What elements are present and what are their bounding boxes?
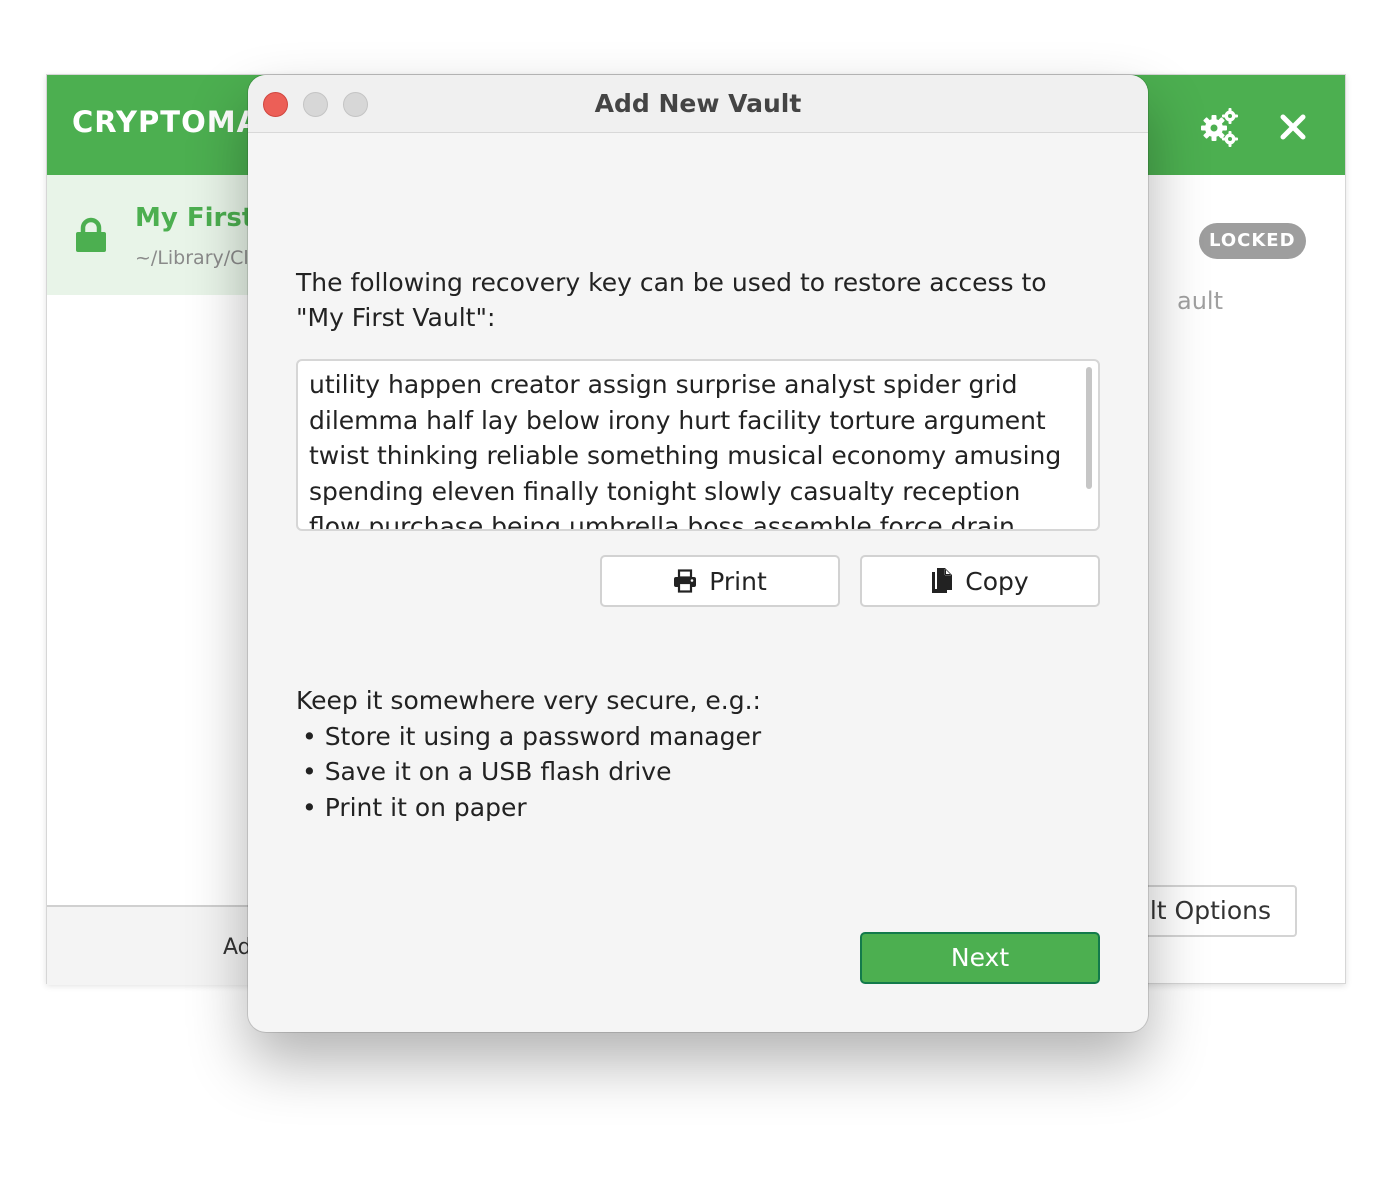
vault-options-button[interactable]: lt Options xyxy=(1137,885,1297,937)
close-app-button[interactable] xyxy=(1271,105,1315,149)
vault-list-item[interactable]: My First Vault ~/Library/Cloud xyxy=(47,175,339,295)
tips-heading: Keep it somewhere very secure, e.g.: xyxy=(296,686,761,715)
tip-item: • Save it on a USB flash drive xyxy=(302,757,672,786)
scrollbar-thumb[interactable] xyxy=(1086,367,1092,489)
copy-button[interactable]: Copy xyxy=(860,555,1100,607)
recovery-key-intro: The following recovery key can be used t… xyxy=(296,268,1047,332)
recovery-key-textarea[interactable]: utility happen creator assign surprise a… xyxy=(296,359,1100,531)
status-badge: LOCKED xyxy=(1199,223,1306,259)
vault-detail-pane: LOCKED ault lt Options xyxy=(1137,175,1347,985)
tip-item: • Print it on paper xyxy=(302,792,527,822)
settings-button[interactable] xyxy=(1197,105,1241,149)
vault-list-footer: Ad xyxy=(47,905,257,985)
tip-item: • Store it using a password manager xyxy=(302,721,762,751)
gear-icon xyxy=(1201,108,1238,147)
vault-detail-text: ault xyxy=(1177,287,1223,315)
print-icon xyxy=(674,569,697,593)
copy-label: Copy xyxy=(965,566,1029,596)
lock-icon xyxy=(76,217,106,252)
dialog-title: Add New Vault xyxy=(594,89,802,118)
security-tips: Keep it somewhere very secure, e.g.: • S… xyxy=(296,683,1096,825)
next-button[interactable]: Next xyxy=(860,932,1100,984)
print-label: Print xyxy=(709,566,767,596)
dialog-titlebar: Add New Vault xyxy=(248,75,1148,133)
print-button[interactable]: Print xyxy=(600,555,840,607)
recovery-key-text[interactable]: utility happen creator assign surprise a… xyxy=(309,367,1079,529)
copy-icon xyxy=(932,568,953,593)
add-vault-dialog: Add New Vault The following recovery key… xyxy=(248,75,1148,1032)
close-icon xyxy=(1280,114,1306,140)
vault-list: My First Vault ~/Library/Cloud xyxy=(47,175,339,905)
